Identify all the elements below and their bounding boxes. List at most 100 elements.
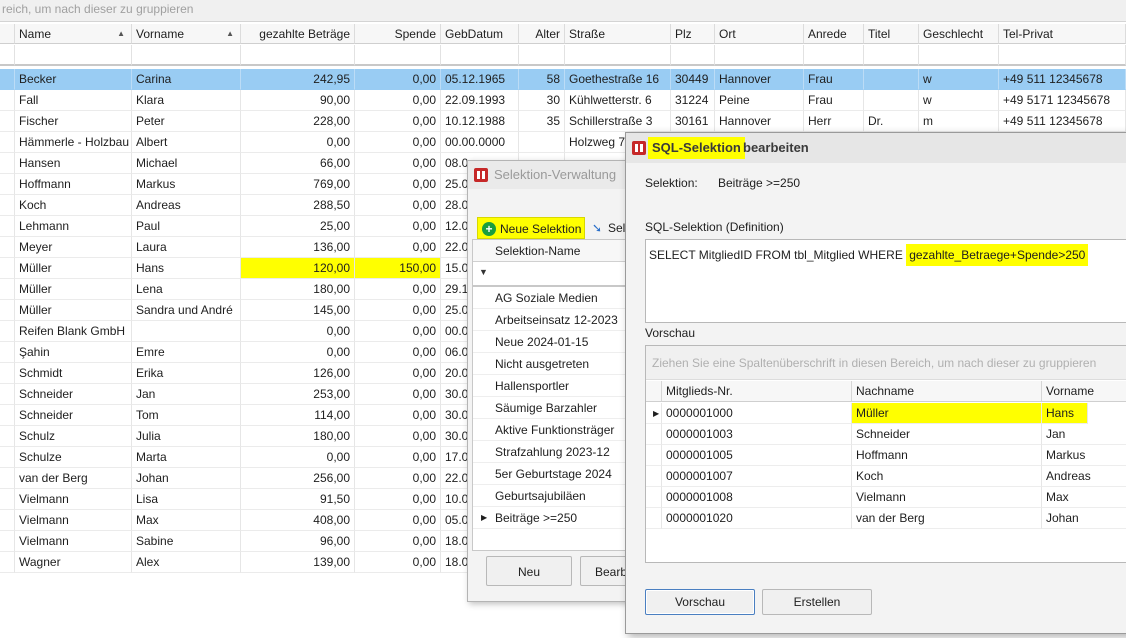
cell-tel-privat[interactable]: +49 5171 12345678	[999, 90, 1126, 111]
filter-cell-beitraege[interactable]	[241, 45, 355, 66]
cell-name[interactable]: Schulz	[15, 426, 132, 447]
cell-spende[interactable]: 0,00	[355, 300, 441, 321]
column-header-strasse[interactable]: Straße	[565, 24, 671, 44]
row-indicator[interactable]	[0, 69, 15, 90]
list-item[interactable]: Nicht ausgetreten	[473, 353, 648, 375]
cell-beitraege[interactable]: 126,00	[241, 363, 355, 384]
column-header-titel[interactable]: Titel	[864, 24, 919, 44]
table-row[interactable]: Becker Carina 242,95 0,00 05.12.1965 58 Goethe…	[0, 69, 1126, 90]
cell-spende[interactable]: 0,00	[355, 69, 441, 90]
filter-cell-tel-privat[interactable]	[999, 45, 1126, 66]
cell-name[interactable]: Wagner	[15, 552, 132, 573]
row-indicator[interactable]	[0, 111, 15, 132]
cell-vorname[interactable]: Erika	[132, 363, 241, 384]
cell-name[interactable]: Koch	[15, 195, 132, 216]
cell-name[interactable]: Hämmerle - Holzbau	[15, 132, 132, 153]
filter-cell-ort[interactable]	[715, 45, 804, 66]
cell-spende[interactable]: 0,00	[355, 510, 441, 531]
cell-vorname[interactable]: Sandra und André	[132, 300, 241, 321]
group-panel[interactable]: Ziehen Sie eine Spaltenüberschrift in di…	[646, 346, 1126, 380]
cell-beitraege[interactable]: 114,00	[241, 405, 355, 426]
sql-definition-textarea[interactable]: SELECT MitgliedID FROM tbl_Mitglied WHER…	[645, 239, 1126, 323]
list-item[interactable]: Hallensportler	[473, 375, 648, 397]
table-row[interactable]: Fall Klara 90,00 0,00 22.09.1993 30 Kühlwetter…	[0, 90, 1126, 111]
cell-beitraege[interactable]: 145,00	[241, 300, 355, 321]
cell-beitraege[interactable]: 180,00	[241, 426, 355, 447]
list-item[interactable]: ▶ Beiträge >=250	[473, 507, 648, 529]
cell-name[interactable]: Hoffmann	[15, 174, 132, 195]
cell-vorname[interactable]: Albert	[132, 132, 241, 153]
filter-cell-plz[interactable]	[671, 45, 715, 66]
filter-cell-anrede[interactable]	[804, 45, 864, 66]
row-indicator[interactable]	[646, 424, 662, 445]
cell-spende[interactable]: 0,00	[355, 552, 441, 573]
cell-beitraege[interactable]: 253,00	[241, 384, 355, 405]
cell-spende[interactable]: 0,00	[355, 447, 441, 468]
cell-nachname[interactable]: Müller	[852, 403, 1042, 424]
row-indicator[interactable]	[0, 552, 15, 573]
cell-name[interactable]: Becker	[15, 69, 132, 90]
cell-titel[interactable]	[864, 69, 919, 90]
cell-name[interactable]: Vielmann	[15, 489, 132, 510]
cell-spende[interactable]: 150,00	[355, 258, 441, 279]
cell-name[interactable]: Vielmann	[15, 531, 132, 552]
column-header-mitglieds-nr[interactable]: Mitglieds-Nr.	[662, 381, 852, 402]
neu-button[interactable]: Neu	[486, 556, 572, 586]
cell-spende[interactable]: 0,00	[355, 111, 441, 132]
column-header-beitraege[interactable]: gezahlte Beträge	[241, 24, 355, 44]
row-indicator[interactable]	[0, 531, 15, 552]
cell-vorname[interactable]: Markus	[132, 174, 241, 195]
row-indicator[interactable]	[0, 510, 15, 531]
column-header-name[interactable]: Name ▲	[15, 24, 132, 44]
row-indicator[interactable]	[0, 237, 15, 258]
row-indicator[interactable]	[0, 384, 15, 405]
column-header-gebdatum[interactable]: GebDatum	[441, 24, 519, 44]
table-row[interactable]: 0000001005 Hoffmann Markus	[646, 445, 1126, 466]
cell-plz[interactable]: 31224	[671, 90, 715, 111]
cell-mitglieds-nr[interactable]: 0000001007	[662, 466, 852, 487]
cell-vorname[interactable]: Jan	[1042, 424, 1126, 445]
row-indicator[interactable]	[0, 321, 15, 342]
cell-spende[interactable]: 0,00	[355, 468, 441, 489]
cell-vorname[interactable]: Carina	[132, 69, 241, 90]
cell-beitraege[interactable]: 0,00	[241, 132, 355, 153]
cell-anrede[interactable]: Herr	[804, 111, 864, 132]
cell-vorname[interactable]: Marta	[132, 447, 241, 468]
cell-spende[interactable]: 0,00	[355, 216, 441, 237]
cell-beitraege[interactable]: 180,00	[241, 279, 355, 300]
cell-vorname[interactable]: Michael	[132, 153, 241, 174]
cell-nachname[interactable]: Koch	[852, 466, 1042, 487]
cell-name[interactable]: Şahin	[15, 342, 132, 363]
list-item[interactable]: Aktive Funktionsträger	[473, 419, 648, 441]
cell-vorname[interactable]: Klara	[132, 90, 241, 111]
cell-nachname[interactable]: Schneider	[852, 424, 1042, 445]
cell-strasse[interactable]: Kühlwetterstr. 6	[565, 90, 671, 111]
cell-alter[interactable]: 58	[519, 69, 565, 90]
filter-cell-geschlecht[interactable]	[919, 45, 999, 66]
cell-beitraege[interactable]: 136,00	[241, 237, 355, 258]
cell-vorname[interactable]: Julia	[132, 426, 241, 447]
cell-vorname[interactable]: Jan	[132, 384, 241, 405]
cell-beitraege[interactable]: 408,00	[241, 510, 355, 531]
cell-name[interactable]: van der Berg	[15, 468, 132, 489]
cell-ort[interactable]: Peine	[715, 90, 804, 111]
list-item[interactable]: Geburtsajubiläen	[473, 485, 648, 507]
cell-spende[interactable]: 0,00	[355, 153, 441, 174]
cell-vorname[interactable]: Emre	[132, 342, 241, 363]
window-title-bar[interactable]: SQL-Selektion bearbeiten	[626, 133, 1126, 163]
cell-name[interactable]: Schneider	[15, 384, 132, 405]
cell-name[interactable]: Fall	[15, 90, 132, 111]
filter-cell-gebdatum[interactable]	[441, 45, 519, 66]
cell-nachname[interactable]: van der Berg	[852, 508, 1042, 529]
row-indicator[interactable]	[0, 132, 15, 153]
filter-cell-strasse[interactable]	[565, 45, 671, 66]
cell-beitraege[interactable]: 139,00	[241, 552, 355, 573]
cell-name[interactable]: Hansen	[15, 153, 132, 174]
vorschau-button[interactable]: Vorschau	[645, 589, 755, 615]
cell-beitraege[interactable]: 0,00	[241, 447, 355, 468]
cell-nachname[interactable]: Vielmann	[852, 487, 1042, 508]
row-indicator[interactable]	[646, 487, 662, 508]
row-indicator[interactable]	[0, 363, 15, 384]
cell-plz[interactable]: 30449	[671, 69, 715, 90]
erstellen-button[interactable]: Erstellen	[762, 589, 872, 615]
